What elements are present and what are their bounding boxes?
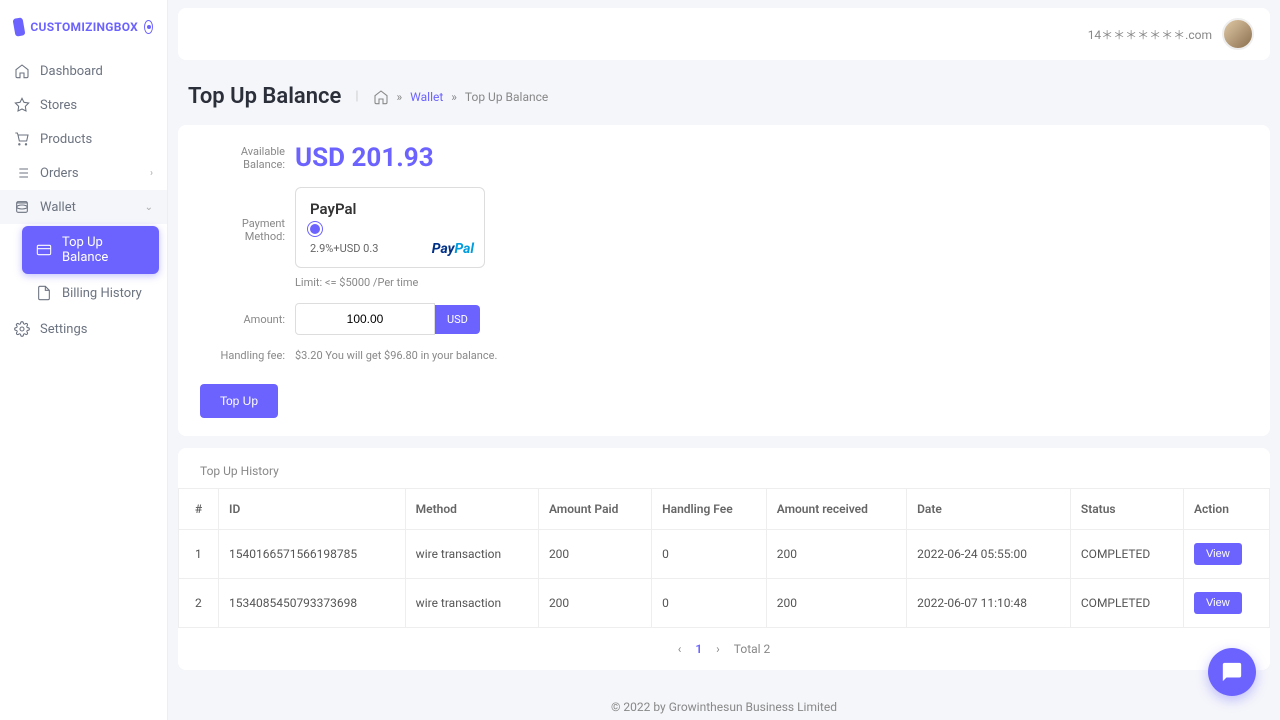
table-row: 11540166571566198785wire transaction2000… <box>179 530 1270 579</box>
table-header: # <box>179 489 219 530</box>
breadcrumb-sep: » <box>451 90 457 104</box>
brand-ring-icon <box>144 20 153 34</box>
table-cell: 200 <box>538 530 651 579</box>
view-button[interactable]: View <box>1194 543 1242 565</box>
table-cell: COMPLETED <box>1070 530 1183 579</box>
balance-value: USD 201.93 <box>295 143 434 173</box>
table-cell: View <box>1184 579 1270 628</box>
topup-button[interactable]: Top Up <box>200 384 278 418</box>
table-cell: 1540166571566198785 <box>219 530 406 579</box>
table-header: Method <box>405 489 538 530</box>
sidebar-item-settings[interactable]: Settings <box>0 312 167 346</box>
home-icon[interactable] <box>373 89 389 105</box>
sidebar-subitem-topup[interactable]: Top Up Balance <box>22 226 159 274</box>
breadcrumb: » Wallet » Top Up Balance <box>373 89 549 105</box>
amount-currency: USD <box>435 305 480 334</box>
table-cell: wire transaction <box>405 530 538 579</box>
table-header: Date <box>907 489 1071 530</box>
chevron-right-icon: › <box>150 168 153 179</box>
table-cell: wire transaction <box>405 579 538 628</box>
table-cell: 2 <box>179 579 219 628</box>
sidebar-item-products[interactable]: Products <box>0 122 167 156</box>
sidebar-label: Settings <box>40 322 87 337</box>
card-icon <box>36 242 52 258</box>
history-title: Top Up History <box>178 448 1270 488</box>
view-button[interactable]: View <box>1194 592 1242 614</box>
table-cell: 200 <box>538 579 651 628</box>
table-cell: 0 <box>652 530 767 579</box>
footer-copyright: © 2022 by Growinthesun Business Limited <box>168 676 1280 720</box>
table-cell: COMPLETED <box>1070 579 1183 628</box>
page-title: Top Up Balance <box>188 84 341 109</box>
top-bar: 14＊＊＊＊＊＊＊.com <box>178 8 1270 60</box>
history-card: Top Up History #IDMethodAmount PaidHandl… <box>178 448 1270 670</box>
page-next-icon[interactable]: › <box>716 642 720 656</box>
main-content: 14＊＊＊＊＊＊＊.com Top Up Balance | » Wallet … <box>168 0 1280 720</box>
sidebar-label: Billing History <box>62 286 142 301</box>
table-cell: 1534085450793373698 <box>219 579 406 628</box>
sidebar: CUSTOMIZINGBOX Dashboard Stores Products… <box>0 0 168 720</box>
wallet-icon <box>14 199 30 215</box>
cart-icon <box>14 131 30 147</box>
breadcrumb-wallet[interactable]: Wallet <box>410 90 443 104</box>
sidebar-label: Dashboard <box>40 64 103 79</box>
gear-icon <box>14 321 30 337</box>
user-email: 14＊＊＊＊＊＊＊.com <box>1088 26 1212 43</box>
table-header: ID <box>219 489 406 530</box>
sidebar-label: Products <box>40 132 92 147</box>
list-icon <box>14 165 30 181</box>
sidebar-label: Wallet <box>40 200 76 215</box>
table-header: Amount received <box>766 489 906 530</box>
brand-logo[interactable]: CUSTOMIZINGBOX <box>0 8 167 54</box>
table-header: Handling Fee <box>652 489 767 530</box>
table-header: Amount Paid <box>538 489 651 530</box>
sidebar-item-wallet[interactable]: Wallet ⌄ <box>0 190 167 224</box>
table-cell: View <box>1184 530 1270 579</box>
payment-method-paypal[interactable]: PayPal 2.9%+USD 0.3 PayPal <box>295 187 485 268</box>
sidebar-item-orders[interactable]: Orders › <box>0 156 167 190</box>
amount-input[interactable] <box>295 303 435 335</box>
pagination: ‹ 1 › Total 2 <box>178 628 1270 670</box>
breadcrumb-current: Top Up Balance <box>465 90 548 104</box>
handling-fee-text: $3.20 You will get $96.80 in your balanc… <box>295 349 497 362</box>
page-total: Total 2 <box>734 642 771 656</box>
table-cell: 2022-06-24 05:55:00 <box>907 530 1071 579</box>
logo-icon <box>13 17 26 37</box>
table-header: Status <box>1070 489 1183 530</box>
sidebar-subitem-billing[interactable]: Billing History <box>22 276 159 310</box>
file-icon <box>36 285 52 301</box>
chevron-down-icon: ⌄ <box>145 202 153 213</box>
balance-label: Available Balance: <box>200 145 285 171</box>
paypal-title: PayPal <box>310 200 470 218</box>
payment-limit: Limit: <= $5000 /Per time <box>295 276 1248 289</box>
topup-card: Available Balance: USD 201.93 Payment Me… <box>178 125 1270 436</box>
chat-icon <box>1221 661 1243 683</box>
page-prev-icon[interactable]: ‹ <box>678 642 682 656</box>
brand-name: CUSTOMIZINGBOX <box>30 20 138 34</box>
handling-fee-label: Handling fee: <box>200 349 285 362</box>
amount-label: Amount: <box>200 313 285 326</box>
home-icon <box>14 63 30 79</box>
sidebar-label: Stores <box>40 98 77 113</box>
table-row: 21534085450793373698wire transaction2000… <box>179 579 1270 628</box>
table-cell: 1 <box>179 530 219 579</box>
avatar[interactable] <box>1222 18 1254 50</box>
table-cell: 200 <box>766 530 906 579</box>
paypal-logo-icon: PayPal <box>432 241 474 257</box>
radio-selected-icon <box>310 224 320 234</box>
table-header: Action <box>1184 489 1270 530</box>
page-current[interactable]: 1 <box>695 642 702 656</box>
table-cell: 200 <box>766 579 906 628</box>
table-cell: 2022-06-07 11:10:48 <box>907 579 1071 628</box>
sidebar-item-dashboard[interactable]: Dashboard <box>0 54 167 88</box>
star-icon <box>14 97 30 113</box>
sidebar-item-stores[interactable]: Stores <box>0 88 167 122</box>
sidebar-label: Top Up Balance <box>62 235 145 265</box>
table-cell: 0 <box>652 579 767 628</box>
breadcrumb-sep: » <box>397 90 403 104</box>
chat-fab[interactable] <box>1208 648 1256 696</box>
history-table: #IDMethodAmount PaidHandling FeeAmount r… <box>178 488 1270 628</box>
payment-method-label: Payment Method: <box>200 217 285 243</box>
sidebar-label: Orders <box>40 166 79 181</box>
